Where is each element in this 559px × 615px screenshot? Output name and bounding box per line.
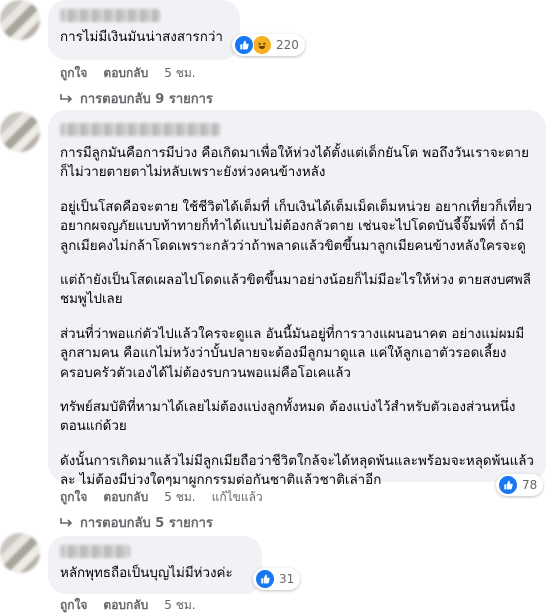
reply-arrow-icon: [60, 93, 73, 103]
author-name-blurred[interactable]: [60, 123, 220, 136]
reply-button[interactable]: ตอบกลับ: [103, 64, 148, 83]
replies-count-label: การตอบกลับ 9 รายการ: [80, 92, 213, 107]
haha-reaction-icon: [252, 35, 272, 55]
like-reaction-icon: [255, 569, 275, 589]
avatar[interactable]: [0, 112, 40, 152]
like-reaction-icon: [234, 35, 254, 55]
edited-label[interactable]: แก้ไขแล้ว: [212, 488, 263, 507]
comment-paragraph: ทรัพย์สมบัติที่หามาได้เลยไม่ต้องแบ่งลูกท…: [60, 400, 516, 435]
comment-paragraph: อยู่เป็นโสดคือจะตาย ใช้ชีวิตได้เต็มที่ เ…: [60, 199, 533, 254]
comment-bubble: หลักพุทธถือเป็นบุญไม่มีห่วงค่ะ: [48, 536, 262, 594]
reaction-count: 220: [276, 38, 299, 52]
timestamp[interactable]: 5 ชม.: [164, 488, 195, 507]
comment-actions: ถูกใจ ตอบกลับ 5 ชม.: [60, 64, 196, 83]
timestamp[interactable]: 5 ชม.: [164, 596, 195, 615]
author-name-blurred[interactable]: [60, 9, 160, 22]
avatar[interactable]: [0, 0, 40, 40]
avatar[interactable]: [0, 533, 40, 573]
comment-paragraph: ส่วนที่ว่าพอแก่ตัวไปแล้วใครจะดูแล อันนี้…: [60, 326, 525, 381]
reaction-count: 78: [522, 478, 538, 492]
reaction-badge[interactable]: 78: [496, 474, 544, 496]
comment-text: การไม่มีเงินมันน่าสงสารกว่า: [60, 30, 223, 45]
comment-paragraph: ดังนั้นการเกิดมาแล้วไม่มีลูกเมียถือว่าชี…: [60, 453, 534, 489]
reaction-count: 31: [279, 572, 295, 586]
comment-actions: ถูกใจ ตอบกลับ 5 ชม.: [60, 596, 196, 615]
comment-paragraph: การมีลูกมันคือการมีบ่วง คือเกิดมาเพื่อให…: [60, 146, 529, 181]
view-replies-link[interactable]: การตอบกลับ 5 รายการ: [60, 512, 213, 533]
reaction-badge[interactable]: 220: [232, 34, 305, 56]
comment-body: การมีลูกมันคือการมีบ่วง คือเกิดมาเพื่อให…: [60, 144, 534, 491]
replies-count-label: การตอบกลับ 5 รายการ: [80, 516, 213, 531]
reply-arrow-icon: [60, 517, 73, 527]
view-replies-link[interactable]: การตอบกลับ 9 รายการ: [60, 88, 213, 109]
reaction-badge[interactable]: 31: [253, 568, 301, 590]
like-reaction-icon: [498, 475, 518, 495]
like-button[interactable]: ถูกใจ: [60, 64, 87, 83]
reply-button[interactable]: ตอบกลับ: [103, 488, 148, 507]
comment-bubble: การไม่มีเงินมันน่าสงสารกว่า: [48, 0, 240, 60]
author-name-blurred[interactable]: [60, 545, 130, 558]
comment-text: หลักพุทธถือเป็นบุญไม่มีห่วงค่ะ: [60, 566, 233, 581]
like-button[interactable]: ถูกใจ: [60, 596, 87, 615]
reply-button[interactable]: ตอบกลับ: [103, 596, 148, 615]
like-button[interactable]: ถูกใจ: [60, 488, 87, 507]
comment-paragraph: แต่ถ้ายังเป็นโสดเผลอไปโดดแล้วขิตขึ้นมาอย…: [60, 273, 531, 308]
comment-actions: ถูกใจ ตอบกลับ 5 ชม. แก้ไขแล้ว: [60, 488, 263, 507]
timestamp[interactable]: 5 ชม.: [164, 64, 195, 83]
comment-bubble: การมีลูกมันคือการมีบ่วง คือเกิดมาเพื่อให…: [48, 110, 546, 488]
